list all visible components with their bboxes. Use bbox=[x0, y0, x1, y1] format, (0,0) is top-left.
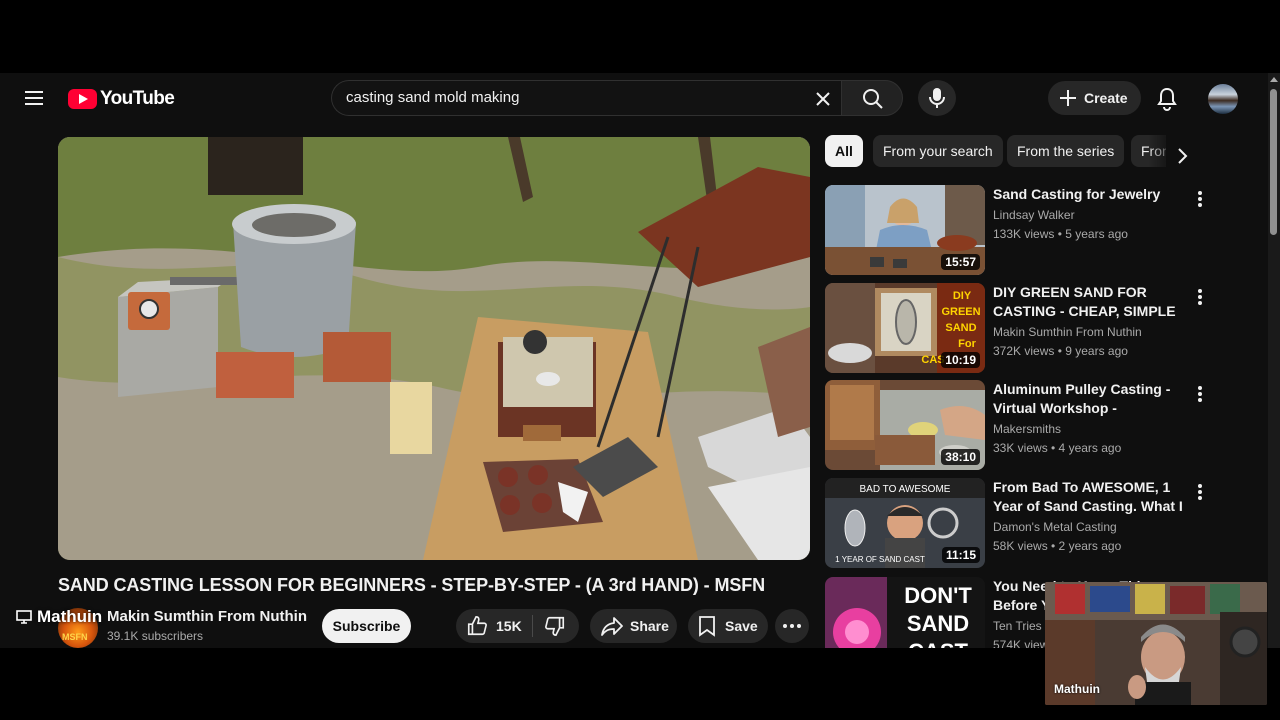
search-box bbox=[331, 80, 841, 116]
more-actions-button[interactable] bbox=[775, 609, 809, 643]
svg-text:DON'T: DON'T bbox=[904, 583, 972, 608]
clear-search-icon[interactable] bbox=[811, 87, 835, 111]
svg-text:GREEN: GREEN bbox=[941, 306, 980, 318]
youtube-app: YouTube Create bbox=[0, 73, 1280, 648]
rec-channel[interactable]: Makersmiths bbox=[993, 422, 1061, 436]
svg-text:CAST: CAST bbox=[908, 639, 968, 648]
monitor-icon bbox=[16, 610, 32, 624]
rec-more-icon[interactable] bbox=[1195, 289, 1205, 307]
rec-channel[interactable]: Lindsay Walker bbox=[993, 208, 1075, 222]
more-horizontal-icon bbox=[783, 624, 801, 628]
rec-thumbnail[interactable]: BAD TO AWESOME 1 YEAR OF SAND CAST 11:15 bbox=[825, 478, 985, 568]
rec-more-icon[interactable] bbox=[1195, 484, 1205, 502]
rec-meta: 372K views • 9 years ago bbox=[993, 344, 1128, 358]
rec-channel[interactable]: Damon's Metal Casting bbox=[993, 520, 1117, 534]
create-button[interactable]: Create bbox=[1048, 81, 1141, 115]
dislike-button[interactable] bbox=[533, 609, 579, 643]
menu-icon[interactable] bbox=[22, 86, 46, 110]
notifications-bell-icon[interactable] bbox=[1155, 86, 1179, 117]
rec-duration: 11:15 bbox=[941, 547, 980, 563]
svg-text:1 YEAR OF SAND CAST: 1 YEAR OF SAND CAST bbox=[835, 555, 925, 564]
like-button[interactable]: 15K bbox=[456, 609, 532, 643]
rec-more-icon[interactable] bbox=[1195, 386, 1205, 404]
search-icon bbox=[863, 89, 883, 109]
video-title: SAND CASTING LESSON FOR BEGINNERS - STEP… bbox=[58, 575, 766, 595]
youtube-logo[interactable]: YouTube bbox=[68, 88, 175, 110]
svg-text:BAD TO AWESOME: BAD TO AWESOME bbox=[860, 484, 951, 495]
create-label: Create bbox=[1084, 90, 1128, 106]
rec-thumbnail[interactable]: 15:57 bbox=[825, 185, 985, 275]
recommendation-item[interactable]: BAD TO AWESOME 1 YEAR OF SAND CAST 11:15… bbox=[825, 478, 1205, 568]
rec-title[interactable]: Sand Casting for Jewelry bbox=[993, 185, 1185, 204]
share-label: Share bbox=[630, 618, 669, 634]
chip-all[interactable]: All bbox=[825, 135, 863, 167]
scroll-up-arrow-icon[interactable] bbox=[1270, 77, 1278, 82]
rec-title[interactable]: DIY GREEN SAND FOR CASTING - CHEAP, SIMP… bbox=[993, 283, 1185, 321]
rec-title[interactable]: From Bad To AWESOME, 1 Year of Sand Cast… bbox=[993, 478, 1185, 516]
recommendation-item[interactable]: 15:57 Sand Casting for Jewelry Lindsay W… bbox=[825, 185, 1205, 275]
stream-watermark: Mathuin bbox=[16, 607, 102, 627]
rec-more-icon[interactable] bbox=[1195, 191, 1205, 209]
rec-duration: 38:10 bbox=[941, 449, 980, 465]
share-arrow-icon bbox=[601, 617, 623, 636]
voice-search-button[interactable] bbox=[918, 80, 956, 116]
like-dislike-group: 15K bbox=[456, 609, 579, 643]
rec-meta: 33K views • 4 years ago bbox=[993, 441, 1122, 455]
recommendation-item[interactable]: DIY GREEN SAND For CAS 10:19 DIY GREEN S… bbox=[825, 283, 1205, 373]
rec-title[interactable]: Aluminum Pulley Casting - Virtual Worksh… bbox=[993, 380, 1185, 418]
save-button[interactable]: Save bbox=[688, 609, 768, 643]
watermark-text: Mathuin bbox=[37, 607, 103, 626]
rec-thumbnail[interactable]: DON'T SAND CAST bbox=[825, 577, 985, 648]
plus-icon bbox=[1060, 90, 1076, 106]
svg-text:SAND: SAND bbox=[907, 611, 969, 636]
thumbs-up-icon bbox=[467, 616, 487, 636]
like-count: 15K bbox=[496, 618, 522, 634]
channel-name[interactable]: Makin Sumthin From Nuthin bbox=[107, 608, 307, 625]
rec-meta: 58K views • 2 years ago bbox=[993, 539, 1122, 553]
share-button[interactable]: Share bbox=[590, 609, 677, 643]
svg-text:For: For bbox=[958, 338, 976, 350]
save-label: Save bbox=[725, 618, 758, 634]
subscriber-count: 39.1K subscribers bbox=[107, 629, 204, 643]
chevron-right-icon[interactable] bbox=[1176, 147, 1188, 165]
subscribe-button[interactable]: Subscribe bbox=[322, 609, 411, 643]
logo-text: YouTube bbox=[100, 88, 175, 109]
youtube-play-icon bbox=[68, 89, 97, 109]
rec-channel[interactable]: Ten Tries bbox=[993, 619, 1042, 633]
account-avatar[interactable] bbox=[1208, 84, 1238, 114]
recommendation-item[interactable]: 38:10 Aluminum Pulley Casting - Virtual … bbox=[825, 380, 1205, 470]
bookmark-icon bbox=[699, 616, 715, 637]
video-frame-image bbox=[58, 137, 810, 560]
webcam-label: Mathuin bbox=[1054, 682, 1100, 696]
chip-from-the-series[interactable]: From the series bbox=[1007, 135, 1125, 167]
chip-from-your-search[interactable]: From your search bbox=[873, 135, 1003, 167]
search-input[interactable] bbox=[346, 89, 806, 106]
rec-channel[interactable]: Makin Sumthin From Nuthin bbox=[993, 325, 1142, 339]
rec-thumbnail[interactable]: DIY GREEN SAND For CAS 10:19 bbox=[825, 283, 985, 373]
rec-thumbnail[interactable]: 38:10 bbox=[825, 380, 985, 470]
video-player[interactable] bbox=[58, 137, 810, 560]
rec-duration: 10:19 bbox=[941, 352, 980, 368]
svg-text:DIY: DIY bbox=[953, 290, 972, 302]
microphone-icon bbox=[929, 88, 945, 108]
rec-thumbnail-image: DON'T SAND CAST bbox=[825, 577, 985, 648]
rec-meta: 133K views • 5 years ago bbox=[993, 227, 1128, 241]
thumbs-down-icon bbox=[545, 616, 565, 636]
search-button[interactable] bbox=[841, 80, 903, 116]
webcam-overlay: Mathuin bbox=[1045, 582, 1267, 705]
rec-duration: 15:57 bbox=[941, 254, 980, 270]
scrollbar-thumb[interactable] bbox=[1270, 89, 1277, 235]
channel-avatar-text: MSFN bbox=[62, 632, 88, 642]
svg-text:SAND: SAND bbox=[945, 322, 976, 334]
